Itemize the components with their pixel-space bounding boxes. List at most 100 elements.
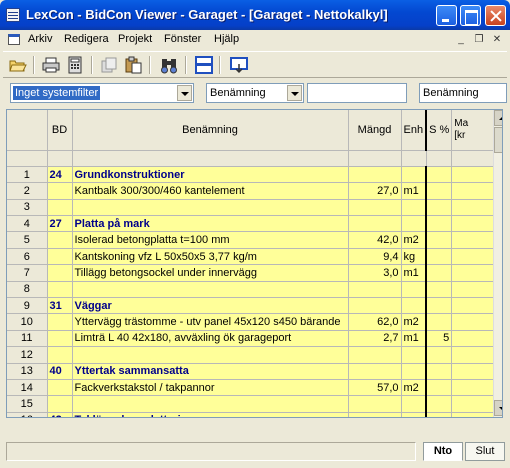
cell-enh[interactable]: m2 [401, 379, 427, 397]
cell-benamning[interactable] [72, 395, 349, 413]
cell-bd[interactable]: 31 [47, 297, 73, 315]
cell-mangd[interactable]: 3,0 [348, 264, 402, 282]
table-row[interactable]: 15 [7, 395, 498, 413]
cell-s-percent[interactable] [425, 281, 453, 299]
cell-mangd[interactable] [348, 412, 402, 417]
table-row[interactable]: 13 40 Yttertak sammansatta [7, 363, 498, 380]
cell-s-percent[interactable] [425, 412, 453, 417]
cell-benamning[interactable]: Tillägg betongsockel under innervägg [72, 264, 349, 282]
cell-s-percent[interactable] [425, 297, 453, 315]
cell-benamning[interactable]: Platta på mark [72, 215, 349, 233]
calculate-button[interactable] [65, 56, 85, 74]
cell-ma[interactable] [451, 281, 498, 299]
cell-ma[interactable] [451, 215, 498, 233]
cell-mangd[interactable] [348, 281, 402, 299]
find-button[interactable] [159, 56, 179, 74]
column-header-benamning[interactable]: Benämning [72, 110, 349, 151]
cell-mangd[interactable] [348, 346, 402, 364]
mdi-close-icon[interactable]: ✕ [491, 34, 503, 46]
cell-enh[interactable]: m1 [401, 330, 427, 348]
close-button[interactable] [485, 5, 506, 26]
cell-bd[interactable]: 42 [47, 412, 73, 417]
cell-mangd[interactable]: 57,0 [348, 379, 402, 397]
cell-mangd[interactable]: 2,7 [348, 330, 402, 348]
cell-s-percent[interactable] [425, 363, 453, 380]
cell-enh[interactable] [401, 166, 427, 184]
chevron-down-icon[interactable] [177, 85, 192, 101]
split-view-button[interactable] [194, 56, 214, 74]
app-icon[interactable] [6, 8, 20, 22]
cell-enh[interactable] [401, 281, 427, 299]
cell-bd[interactable] [47, 330, 73, 348]
table-row[interactable]: 11 Limträ L 40 42x180, avväxling ök garag… [7, 330, 498, 348]
table-row[interactable]: 5 Isolerad betongplatta t=100 mm 42,0 m2 [7, 231, 498, 249]
cell-s-percent[interactable] [425, 346, 453, 364]
minimize-button[interactable] [436, 5, 457, 26]
copy-button[interactable] [99, 56, 119, 74]
cell-s-percent[interactable] [425, 231, 453, 249]
cell-bd[interactable] [47, 313, 73, 331]
table-row[interactable]: 3 [7, 199, 498, 217]
cell-benamning[interactable]: Limträ L 40 42x180, avväxling ök garagep… [72, 330, 349, 348]
cell-ma[interactable] [451, 395, 498, 413]
estimate-grid[interactable]: BD Benämning Mängd Enh S % Ma [kr 1 24 Gru… [6, 109, 503, 418]
table-row[interactable]: 7 Tillägg betongsockel under innervägg 3,0… [7, 264, 498, 282]
cell-s-percent[interactable] [425, 379, 453, 397]
cell-enh[interactable]: m2 [401, 313, 427, 331]
table-row[interactable]: 14 Fackverkstakstol / takpannor 57,0 m2 [7, 379, 498, 397]
filter-cell[interactable] [348, 150, 402, 167]
cell-bd[interactable] [47, 379, 73, 397]
cell-s-percent[interactable] [425, 313, 453, 331]
cell-mangd[interactable]: 62,0 [348, 313, 402, 331]
table-row[interactable]: 4 27 Platta på mark [7, 215, 498, 233]
tab-slut[interactable]: Slut [465, 442, 505, 461]
open-folder-button[interactable] [8, 56, 28, 74]
filter-cell[interactable] [426, 150, 453, 167]
column-header-enh[interactable]: Enh [401, 110, 427, 151]
cell-benamning[interactable]: Takläggskomplettering [72, 412, 349, 417]
mdi-restore-icon[interactable]: ❐ [473, 34, 485, 46]
cell-enh[interactable] [401, 395, 427, 413]
cell-s-percent[interactable] [425, 395, 453, 413]
menu-arkiv[interactable]: Arkiv [28, 33, 52, 45]
cell-enh[interactable] [401, 215, 427, 233]
cell-bd[interactable] [47, 248, 73, 266]
scroll-up-icon[interactable] [494, 110, 502, 126]
table-row[interactable]: 8 [7, 281, 498, 299]
filter-cell[interactable] [451, 150, 498, 167]
cell-ma[interactable] [451, 264, 498, 282]
cell-s-percent[interactable] [425, 264, 453, 282]
table-row[interactable]: 10 Yttervägg trästomme - utv panel 45x120… [7, 313, 498, 331]
cell-enh[interactable]: m2 [401, 231, 427, 249]
column-header-ma[interactable]: Ma [kr [451, 110, 498, 151]
field-select[interactable]: Benämning [206, 83, 304, 103]
cell-bd[interactable] [47, 346, 73, 364]
table-row[interactable]: 1 24 Grundkonstruktioner [7, 166, 498, 184]
sort-field-box[interactable]: Benämning [419, 83, 507, 103]
cell-bd[interactable]: 24 [47, 166, 73, 184]
cell-enh[interactable] [401, 199, 427, 217]
cell-mangd[interactable] [348, 363, 402, 380]
cell-ma[interactable] [451, 330, 498, 348]
vertical-scrollbar[interactable] [493, 110, 502, 417]
cell-bd[interactable] [47, 395, 73, 413]
cell-benamning[interactable] [72, 346, 349, 364]
cell-ma[interactable] [451, 379, 498, 397]
cell-mangd[interactable] [348, 395, 402, 413]
column-header-mangd[interactable]: Mängd [348, 110, 402, 151]
cell-bd[interactable] [47, 231, 73, 249]
cell-benamning[interactable]: Väggar [72, 297, 349, 315]
cell-benamning[interactable]: Isolerad betongplatta t=100 mm [72, 231, 349, 249]
cell-enh[interactable] [401, 363, 427, 380]
tab-nto[interactable]: Nto [423, 442, 463, 461]
cell-s-percent[interactable] [425, 199, 453, 217]
title-bar[interactable]: LexCon - BidCon Viewer - Garaget - [Gara… [0, 0, 510, 30]
scroll-down-icon[interactable] [494, 400, 502, 416]
cell-mangd[interactable]: 27,0 [348, 182, 402, 200]
menu-projekt[interactable]: Projekt [118, 33, 152, 45]
cell-mangd[interactable] [348, 166, 402, 184]
table-row[interactable]: 1642Takläggskomplettering [7, 412, 498, 417]
cell-mangd[interactable] [348, 297, 402, 315]
cell-enh[interactable] [401, 412, 427, 417]
chevron-down-icon[interactable] [287, 85, 302, 101]
